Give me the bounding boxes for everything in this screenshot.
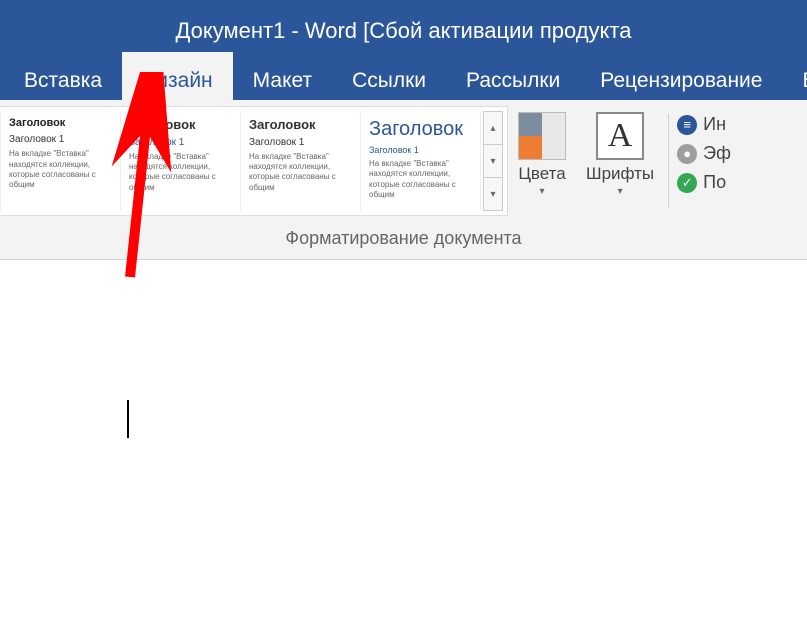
set-default-button[interactable]: ✓ По — [677, 172, 731, 193]
effects-icon: ● — [677, 144, 697, 164]
tab-mailings[interactable]: Рассылки — [446, 52, 580, 100]
title-text: Документ1 - Word [Сбой активации продукт… — [175, 18, 631, 44]
gallery-down-icon[interactable]: ▾ — [484, 145, 502, 178]
colors-label: Цвета — [518, 164, 565, 184]
theme-body: На вкладке "Вставка" находятся коллекции… — [129, 152, 234, 194]
gallery-up-icon[interactable]: ▴ — [484, 112, 502, 145]
theme-preview-partial[interactable]: Заголовок Заголовок 1 На вкладке "Вставк… — [0, 111, 1, 211]
effects-label: Эф — [703, 143, 731, 164]
text-cursor — [127, 400, 129, 438]
fonts-label: Шрифты — [586, 164, 654, 184]
theme-preview[interactable]: Заголовок Заголовок 1 На вкладке "Вставк… — [3, 111, 121, 211]
colors-icon — [518, 112, 566, 160]
ribbon-tabs: Вставка Дизайн Макет Ссылки Рассылки Рец… — [0, 52, 807, 100]
document-area[interactable] — [0, 260, 807, 625]
dropdown-icon: ▾ — [539, 186, 544, 197]
ribbon-content: Заголовок Заголовок 1 На вкладке "Вставк… — [0, 100, 807, 222]
check-icon: ✓ — [677, 173, 697, 193]
gallery-more-icon[interactable]: ▾ — [484, 178, 502, 210]
theme-sub: Заголовок 1 — [249, 137, 354, 149]
options-stack: ≡ Ин ● Эф ✓ По — [673, 106, 735, 222]
theme-preview[interactable]: Заголовок Заголовок 1 На вкладке "Вставк… — [363, 111, 481, 211]
theme-sub: Заголовок 1 — [129, 137, 234, 149]
theme-body: На вкладке "Вставка" находятся коллекции… — [249, 152, 354, 194]
theme-preview[interactable]: Заголовок Заголовок 1 На вкладке "Вставк… — [243, 111, 361, 211]
effects-button[interactable]: ● Эф — [677, 143, 731, 164]
spacing-label: Ин — [703, 114, 726, 135]
theme-sub: Заголовок 1 — [9, 134, 114, 146]
spacing-button[interactable]: ≡ Ин — [677, 114, 731, 135]
tab-references[interactable]: Ссылки — [332, 52, 446, 100]
gallery-scroll: ▴ ▾ ▾ — [483, 111, 503, 211]
theme-heading: Заголовок — [9, 117, 114, 130]
tab-insert[interactable]: Вставка — [4, 52, 122, 100]
theme-preview[interactable]: Заголовок Заголовок 1 На вкладке "Вставк… — [123, 111, 241, 211]
fonts-button[interactable]: A Шрифты ▾ — [576, 106, 664, 216]
spacing-icon: ≡ — [677, 115, 697, 135]
theme-body: На вкладке "Вставка" находятся коллекции… — [9, 149, 114, 191]
tab-design[interactable]: Дизайн — [122, 52, 233, 100]
theme-body: На вкладке "Вставка" находятся коллекции… — [369, 159, 474, 201]
ribbon-group-label: Форматирование документа — [0, 222, 807, 259]
tab-review[interactable]: Рецензирование — [580, 52, 782, 100]
themes-gallery: Заголовок Заголовок 1 На вкладке "Вставк… — [0, 106, 508, 216]
fonts-icon: A — [596, 112, 644, 160]
theme-heading: Заголовок — [249, 117, 354, 133]
tab-view-partial[interactable]: В — [782, 52, 807, 100]
theme-sub: Заголовок 1 — [369, 145, 474, 156]
tab-layout[interactable]: Макет — [233, 52, 332, 100]
theme-heading: Заголовок — [129, 117, 234, 133]
ribbon: Заголовок Заголовок 1 На вкладке "Вставк… — [0, 100, 807, 260]
dropdown-icon: ▾ — [618, 186, 623, 197]
theme-heading: Заголовок — [369, 117, 474, 141]
colors-button[interactable]: Цвета ▾ — [508, 106, 576, 216]
separator — [668, 114, 669, 208]
default-label: По — [703, 172, 726, 193]
window-title: Документ1 - Word [Сбой активации продукт… — [0, 0, 807, 52]
